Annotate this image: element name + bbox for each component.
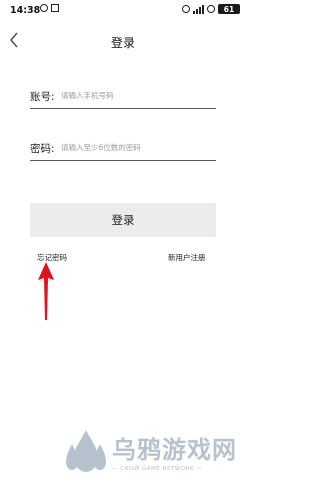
register-link[interactable]: 新用户注册 [168,252,206,263]
watermark-brand: 乌鸦游戏网 [112,436,237,464]
password-input[interactable] [61,138,211,156]
annotation-arrow-icon [38,262,54,320]
crow-logo-icon [66,430,106,472]
watermark: 乌鸦游戏网 — CROW GAME NETWORK — [64,426,244,486]
status-right-icons: 61 [182,4,240,14]
watermark-tagline: — CROW GAME NETWORK — [112,466,203,472]
status-time: 14:38 [10,5,41,16]
battery-indicator: 61 [218,4,240,14]
account-field: 账号: [30,82,216,109]
status-bar: 14:38 61 [0,0,246,22]
password-label: 密码: [30,143,55,155]
signal-icon [193,4,204,14]
account-label: 账号: [30,91,55,103]
app-notification-icon [51,4,59,12]
notification-icon [40,4,48,12]
login-button[interactable]: 登录 [30,203,216,237]
status-left-icons [40,4,59,12]
password-field: 密码: [30,134,216,161]
wifi-icon [207,5,215,13]
nav-bar: 登录 [0,30,246,54]
account-input[interactable] [61,86,211,104]
alarm-icon [182,5,190,13]
page-title: 登录 [110,36,135,50]
